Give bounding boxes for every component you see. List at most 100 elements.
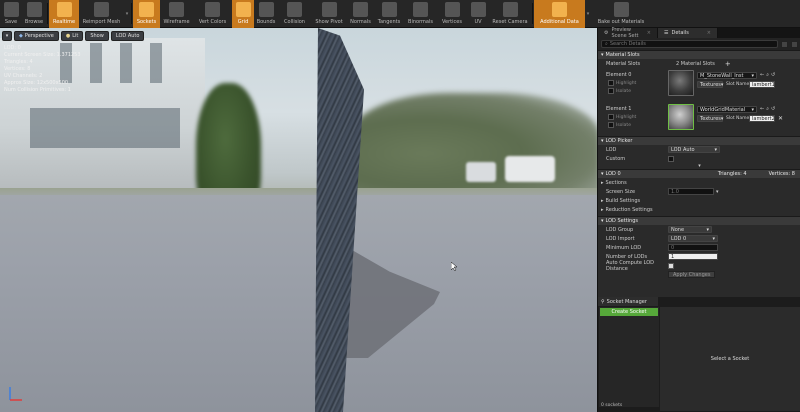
toolbar-button-normals[interactable]: Normals (347, 0, 374, 28)
lod-import-combo[interactable]: LOD 0 ▾ (668, 235, 718, 242)
tab-socket-manager[interactable]: ⚲ Socket Manager (598, 297, 658, 306)
chevron-down-icon[interactable]: ▾ (716, 189, 719, 195)
material-combo[interactable]: WorldGridMaterial ▾ (697, 106, 757, 113)
eye-icon[interactable] (791, 40, 798, 48)
section-lod-picker[interactable]: ▾ LOD Picker (598, 136, 800, 145)
apply-changes-button[interactable]: Apply Changes (668, 271, 716, 278)
toolbar-button-reimport-mesh[interactable]: Reimport Mesh (79, 0, 124, 28)
material-combo[interactable]: M_StoneWall_Inst ▾ (697, 72, 757, 79)
details-panel: ⌕ Search Details ▾ Material Slots Materi… (598, 38, 800, 321)
lit-button[interactable]: ● Lit (60, 31, 84, 41)
build-settings-row[interactable]: ▸ Build Settings (598, 196, 800, 205)
toolbar-button-vertices[interactable]: Vertices (437, 0, 467, 28)
wireframe-icon (169, 2, 184, 17)
toolbar-button-sockets[interactable]: Sockets (133, 0, 160, 28)
toolbar-button-wireframe[interactable]: Wireframe (160, 0, 193, 28)
arrow-left-icon[interactable]: ← (760, 72, 764, 78)
toolbar-button-bounds[interactable]: Bounds (254, 0, 278, 28)
reduction-settings-row[interactable]: ▸ Reduction Settings (598, 205, 800, 214)
viewport-menu-button[interactable]: ▾ (2, 31, 12, 41)
toolbar-button-bake-out-materials[interactable]: Bake out Materials (591, 0, 651, 28)
close-icon[interactable]: × (647, 30, 651, 36)
textures-combo[interactable]: Textures ▾ (697, 81, 723, 88)
stat-line: Approx Size: 12x500x500 (4, 80, 69, 86)
chevron-down-icon[interactable]: ▾ (124, 0, 130, 27)
section-lod0[interactable]: ▾ LOD 0 Triangles: 4 Vertices: 8 (598, 169, 800, 178)
custom-checkbox[interactable] (668, 155, 674, 162)
screen-size-field[interactable]: 1.0 (668, 188, 714, 195)
toolbar-button-tangents[interactable]: Tangents (374, 0, 404, 28)
toolbar-button-vert-colors[interactable]: Vert Colors (193, 0, 232, 28)
chevron-down-icon: ▾ (720, 81, 724, 88)
pivot-icon (321, 2, 337, 17)
isolate-toggle[interactable]: Isolate (608, 88, 631, 94)
close-icon[interactable]: ✕ (778, 115, 783, 122)
lod-combo[interactable]: LOD Auto ▾ (668, 146, 720, 153)
reset-icon[interactable]: ↺ (771, 72, 775, 78)
normals-icon (353, 2, 368, 17)
material-element-1: Element 1 Highlight Isolate WorldGridMat… (598, 102, 800, 136)
stat-line: Current Screen Size: 1.371253 (4, 52, 81, 58)
reset-icon[interactable]: ↺ (771, 106, 775, 112)
toolbar-button-collision[interactable]: Collision (278, 0, 311, 28)
slot-name-field[interactable]: lambert2 (749, 115, 775, 122)
material-thumbnail[interactable] (668, 104, 694, 130)
axis-gizmo-icon (9, 387, 22, 401)
minimum-lod-row: Minimum LOD 0 (598, 243, 800, 252)
expand-row[interactable]: ▾ (598, 163, 800, 169)
isolate-toggle[interactable]: Isolate (608, 122, 631, 128)
arrow-left-icon[interactable]: ← (760, 106, 764, 112)
background-vehicle (505, 156, 555, 182)
toolbar-button-additional-data[interactable]: Additional Data (534, 0, 585, 28)
slot-name-field[interactable]: lambert1 (749, 81, 775, 88)
chevron-down-icon: ▾ (5, 33, 9, 39)
auto-compute-checkbox[interactable] (668, 262, 674, 269)
lod-group-combo[interactable]: None ▾ (668, 226, 712, 233)
toolbar-button-show-pivot[interactable]: Show Pivot (311, 0, 347, 28)
sections-row[interactable]: ▸ Sections (598, 178, 800, 187)
stat-line: UV Channels: 2 (4, 73, 43, 79)
create-socket-button[interactable]: Create Socket (600, 308, 658, 316)
camera-icon (502, 2, 518, 17)
textures-combo[interactable]: Textures ▾ (697, 115, 723, 122)
collision-icon (287, 2, 302, 17)
toolbar-button-browse[interactable]: Browse (22, 0, 46, 28)
toolbar-button-realtime[interactable]: Realtime (49, 0, 79, 28)
browse-icon[interactable]: ⌕ (766, 72, 769, 78)
socket-list: Create Socket 0 sockets (599, 307, 659, 408)
lod-button[interactable]: LOD Auto (110, 31, 145, 41)
highlight-toggle[interactable]: Highlight (608, 114, 636, 120)
socket-icon: ⚲ (601, 298, 605, 305)
viewport[interactable]: ▾ ◆ Perspective ● Lit Show LOD Auto LOD: 0… (0, 28, 597, 412)
search-input[interactable]: ⌕ Search Details (601, 40, 778, 48)
toolbar-button-reset-camera[interactable]: Reset Camera (489, 0, 531, 28)
toolbar-button-binormals[interactable]: Binormals (404, 0, 437, 28)
apply-row: Apply Changes (598, 270, 800, 279)
view-options-button[interactable] (781, 40, 788, 48)
tab-details[interactable]: ☰ Details × (658, 28, 718, 38)
number-of-lods-field[interactable]: 1 (668, 253, 718, 260)
toolbar-button-grid[interactable]: Grid (232, 0, 254, 28)
perspective-icon: ◆ (19, 33, 23, 39)
toolbar-button-uv[interactable]: UV (467, 0, 489, 28)
perspective-button[interactable]: ◆ Perspective (14, 31, 59, 41)
toolbar-separator (532, 3, 533, 24)
socket-manager-panel: ⚲ Socket Manager Create Socket 0 sockets… (598, 297, 800, 412)
show-button[interactable]: Show (85, 31, 109, 41)
tab-preview-scene-settings[interactable]: ⚙ Preview Scene Sett × (598, 27, 658, 39)
minimum-lod-field[interactable]: 0 (668, 244, 718, 251)
material-thumbnail[interactable] (668, 70, 694, 96)
toolbar-button-save[interactable]: Save (0, 0, 22, 28)
viewport-options-bar: ▾ ◆ Perspective ● Lit Show LOD Auto (2, 31, 145, 41)
lod-row: LOD LOD Auto ▾ (598, 145, 800, 154)
chevron-down-icon: ▾ (601, 138, 604, 144)
mouse-cursor-icon (451, 262, 457, 271)
toolbar-separator (131, 3, 132, 24)
add-icon[interactable]: + (725, 60, 731, 68)
close-icon[interactable]: × (707, 30, 711, 36)
browse-icon[interactable]: ⌕ (766, 106, 769, 112)
highlight-toggle[interactable]: Highlight (608, 80, 636, 86)
auto-compute-row: Auto Compute LOD Distance (598, 260, 800, 272)
section-material-slots[interactable]: ▾ Material Slots (598, 50, 800, 59)
section-lod-settings[interactable]: ▾ LOD Settings (598, 216, 800, 225)
